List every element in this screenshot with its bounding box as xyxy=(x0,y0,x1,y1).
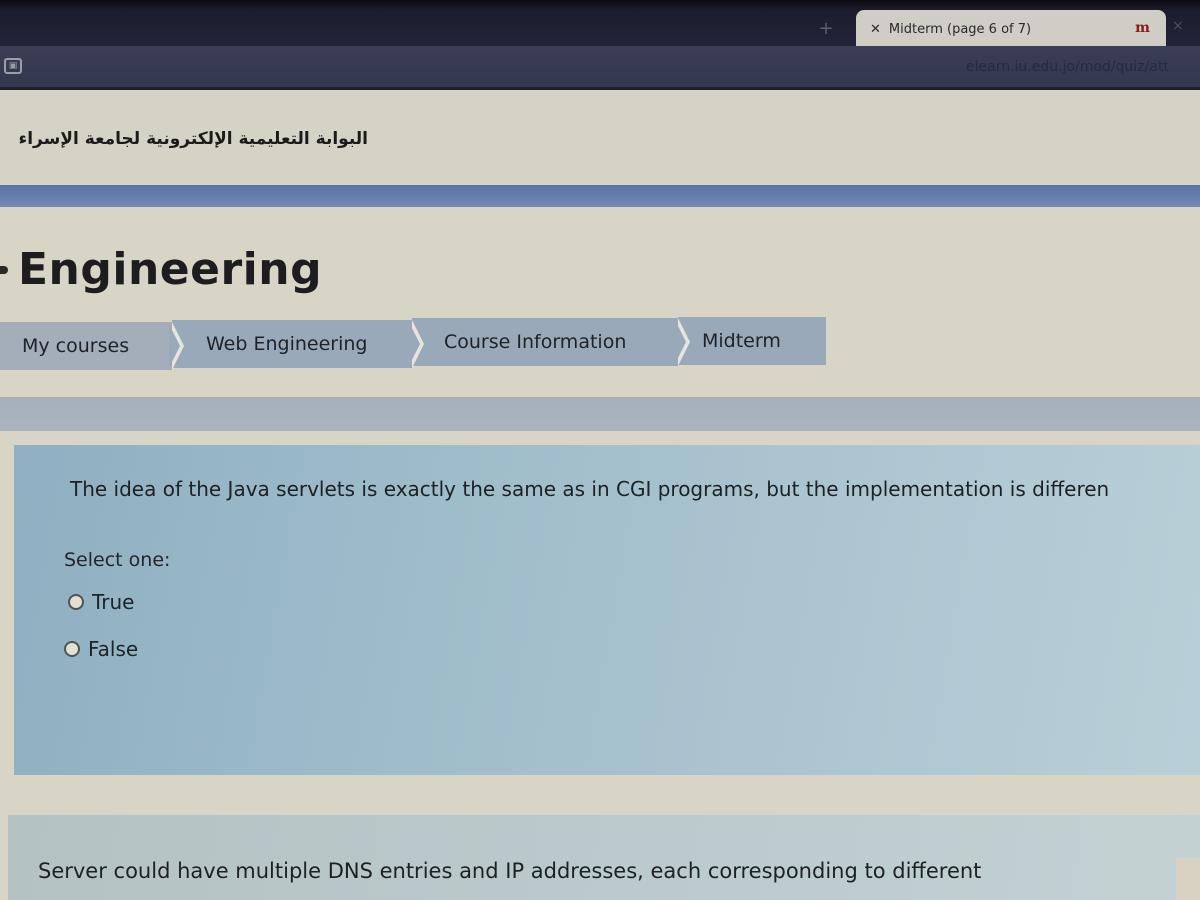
browser-tab-bar: + ✕ Midterm (page 6 of 7) m × xyxy=(0,0,1200,48)
close-icon[interactable]: × xyxy=(1172,18,1184,34)
site-header: البوابة التعليمية الإلكترونية لجامعة الإ… xyxy=(0,93,1200,185)
radio-button[interactable] xyxy=(68,594,84,610)
breadcrumb-label: Web Engineering xyxy=(206,333,368,355)
url-field[interactable]: elearn.iu.edu.jo/mod/quiz/att xyxy=(960,50,1200,86)
breadcrumb-label: Midterm xyxy=(702,330,781,352)
option-label: False xyxy=(88,637,139,661)
question-text: Server could have multiple DNS entries a… xyxy=(38,859,982,883)
breadcrumb-separator xyxy=(169,322,184,370)
breadcrumb-label: My courses xyxy=(22,335,130,357)
breadcrumb-separator xyxy=(409,320,424,368)
breadcrumb-separator xyxy=(675,318,690,366)
site-info-icon[interactable]: ▣ xyxy=(4,58,22,74)
select-one-label: Select one: xyxy=(64,549,171,571)
portal-title[interactable]: البوابة التعليمية الإلكترونية لجامعة الإ… xyxy=(4,129,369,149)
breadcrumb-course-information[interactable]: Course Information xyxy=(412,318,690,366)
page-edge xyxy=(1176,858,1200,900)
breadcrumb-web-engineering[interactable]: Web Engineering xyxy=(172,320,424,368)
close-icon[interactable]: ✕ xyxy=(870,22,881,37)
option-true[interactable]: True xyxy=(68,590,134,614)
url-text: elearn.iu.edu.jo/mod/quiz/att xyxy=(966,59,1169,75)
section-divider xyxy=(0,397,1200,431)
nav-band xyxy=(0,185,1200,207)
breadcrumb: My courses Web Engineering Course Inform… xyxy=(0,317,826,370)
question-card: The idea of the Java servlets is exactly… xyxy=(14,445,1200,775)
tab-title: Midterm (page 6 of 7) xyxy=(888,21,1032,37)
option-label: True xyxy=(92,590,135,614)
moodle-favicon-icon: m xyxy=(1135,20,1150,36)
title-marker xyxy=(0,266,8,274)
breadcrumb-label: Course Information xyxy=(444,331,627,353)
page-title: Engineering xyxy=(18,244,323,295)
question-text: The idea of the Java servlets is exactly… xyxy=(70,477,1110,501)
tab-midterm[interactable]: ✕ Midterm (page 6 of 7) m xyxy=(856,10,1166,48)
radio-button[interactable] xyxy=(64,641,80,657)
breadcrumb-midterm[interactable]: Midterm xyxy=(678,317,826,365)
new-tab-button[interactable]: + xyxy=(800,12,852,46)
question-card: Server could have multiple DNS entries a… xyxy=(8,815,1200,900)
option-false[interactable]: False xyxy=(64,637,138,661)
breadcrumb-my-courses[interactable]: My courses xyxy=(0,322,184,370)
plus-icon: + xyxy=(818,18,834,39)
